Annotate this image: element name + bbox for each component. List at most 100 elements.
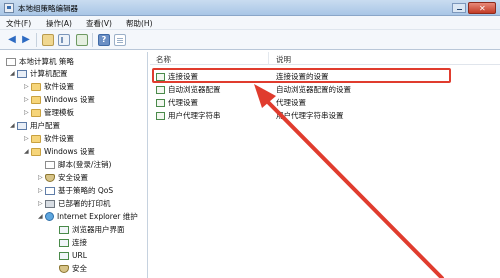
tree-item-user-config[interactable]: ◢ 用户配置: [10, 120, 60, 132]
tree-item-label: 连接: [72, 238, 87, 247]
tree-item-url[interactable]: URL: [52, 250, 87, 262]
tree-item-software-settings[interactable]: ▷ 软件设置: [24, 81, 74, 93]
expand-icon[interactable]: ▷: [38, 198, 45, 210]
tree-item-security-settings[interactable]: ▷ 安全设置: [38, 172, 88, 184]
view-list-icon[interactable]: [114, 34, 126, 46]
list-header: 名称 说明: [150, 52, 500, 65]
tree-item-windows-settings[interactable]: ◢ Windows 设置: [24, 146, 95, 158]
toolbar: ◀ ▶ ?: [0, 30, 500, 50]
list-item-name: 用户代理字符串: [168, 111, 221, 120]
expand-icon[interactable]: ▷: [24, 133, 31, 145]
window-title: 本地组策略编辑器: [18, 4, 78, 13]
tree-item-label: Windows 设置: [44, 95, 95, 104]
list-item-name: 自动浏览器配置: [168, 85, 221, 94]
tree-item-windows-settings[interactable]: ▷ Windows 设置: [24, 94, 95, 106]
expand-icon[interactable]: ▷: [24, 107, 31, 119]
minimize-button[interactable]: [452, 3, 466, 13]
setting-icon: [156, 112, 165, 120]
list-item-auto-browser-config[interactable]: 自动浏览器配置 自动浏览器配置的设置: [150, 84, 500, 95]
close-button[interactable]: [468, 2, 496, 14]
expand-icon[interactable]: ▷: [24, 94, 31, 106]
tree-item-connection[interactable]: 连接: [52, 237, 87, 249]
tree-item-label: 本地计算机 策略: [19, 57, 74, 66]
tree-item-admin-templates[interactable]: ▷ 管理模板: [24, 107, 74, 119]
column-name-header[interactable]: 名称: [156, 54, 171, 65]
tree-item-label: 管理模板: [44, 108, 74, 117]
tree-item-root[interactable]: 本地计算机 策略: [6, 56, 74, 68]
title-bar: 本地组策略编辑器: [0, 0, 500, 16]
menu-view[interactable]: 查看(V): [86, 18, 112, 29]
column-divider[interactable]: [268, 52, 269, 65]
folder-icon: [31, 135, 41, 143]
qos-chart-icon: [45, 187, 55, 195]
tree-item-label: 软件设置: [44, 134, 74, 143]
script-icon: [45, 161, 55, 169]
setting-icon: [156, 99, 165, 107]
list-item-user-agent-string[interactable]: 用户代理字符串 用户代理字符串设置: [150, 110, 500, 121]
list-item-desc: 代理设置: [276, 98, 306, 107]
list-item-proxy-settings[interactable]: 代理设置 代理设置: [150, 97, 500, 108]
setting-icon: [156, 86, 165, 94]
tree-item-label: Internet Explorer 维护: [57, 212, 138, 221]
tree-item-label: 浏览器用户界面: [72, 225, 125, 234]
folder-icon: [31, 109, 41, 117]
tree-item-security[interactable]: 安全: [52, 263, 87, 275]
tree-item-label: 计算机配置: [30, 69, 68, 78]
tree-item-deployed-printers[interactable]: ▷ 已部署的打印机: [38, 198, 111, 210]
tree-item-label: 软件设置: [44, 82, 74, 91]
show-tree-icon[interactable]: [58, 34, 70, 46]
tree-item-label: 安全设置: [58, 173, 88, 182]
browser-ui-icon: [59, 226, 69, 234]
expand-icon[interactable]: ▷: [38, 172, 45, 184]
tree-item-label: URL: [72, 251, 87, 260]
computer-icon: [17, 70, 27, 78]
collapse-icon[interactable]: ◢: [10, 68, 17, 80]
expand-icon[interactable]: ▷: [24, 81, 31, 93]
export-list-icon[interactable]: [76, 34, 88, 46]
policy-doc-icon: [6, 58, 16, 66]
tree-item-label: 用户配置: [30, 121, 60, 130]
forward-arrow-icon[interactable]: ▶: [20, 34, 32, 46]
collapse-icon[interactable]: ◢: [38, 211, 45, 223]
tree-item-label: 安全: [72, 264, 87, 273]
annotation-highlight-box: [152, 68, 451, 83]
help-icon[interactable]: ?: [98, 34, 110, 46]
tree-item-label: 脚本(登录/注销): [58, 160, 112, 169]
tree-item-scripts[interactable]: 脚本(登录/注销): [38, 159, 111, 171]
menu-action[interactable]: 操作(A): [46, 18, 72, 29]
menu-bar: 文件(F) 操作(A) 查看(V) 帮助(H): [0, 16, 500, 30]
back-arrow-icon[interactable]: ◀: [6, 34, 18, 46]
connection-icon: [59, 239, 69, 247]
toolbar-separator: [92, 33, 93, 47]
toolbar-separator: [36, 33, 37, 47]
collapse-icon[interactable]: ◢: [10, 120, 17, 132]
up-folder-icon[interactable]: [42, 34, 54, 46]
list-item-desc: 自动浏览器配置的设置: [276, 85, 351, 94]
menu-help[interactable]: 帮助(H): [126, 18, 153, 29]
internet-explorer-icon: [45, 212, 54, 221]
details-pane: 名称 说明 连接设置 连接设置的设置 自动浏览器配置 自动浏览器配置的设置 代理设置…: [150, 52, 500, 278]
security-icon: [59, 265, 69, 273]
folder-icon: [31, 83, 41, 91]
list-item-name: 代理设置: [168, 98, 198, 107]
column-desc-header[interactable]: 说明: [276, 54, 291, 65]
tree-item-label: 基于策略的 QoS: [58, 186, 114, 195]
expand-icon[interactable]: ▷: [38, 185, 45, 197]
tree-item-computer-config[interactable]: ◢ 计算机配置: [10, 68, 68, 80]
list-item-desc: 用户代理字符串设置: [276, 111, 344, 120]
tree-item-software-settings[interactable]: ▷ 软件设置: [24, 133, 74, 145]
shield-icon: [45, 174, 55, 182]
url-icon: [59, 252, 69, 260]
tree-item-policy-qos[interactable]: ▷ 基于策略的 QoS: [38, 185, 113, 197]
menu-file[interactable]: 文件(F): [6, 18, 31, 29]
tree-item-label: Windows 设置: [44, 147, 95, 156]
tree-item-ie-maintenance[interactable]: ◢ Internet Explorer 维护: [38, 211, 138, 223]
collapse-icon[interactable]: ◢: [24, 146, 31, 158]
folder-icon: [31, 148, 41, 156]
printer-icon: [45, 200, 55, 208]
app-icon: [4, 3, 14, 13]
tree-item-label: 已部署的打印机: [58, 199, 111, 208]
tree-pane: 本地计算机 策略 ◢ 计算机配置 ▷ 软件设置 ▷ Windows 设置 ▷ 管理模板 …: [4, 52, 148, 278]
user-icon: [17, 122, 27, 130]
tree-item-browser-ui[interactable]: 浏览器用户界面: [52, 224, 125, 236]
